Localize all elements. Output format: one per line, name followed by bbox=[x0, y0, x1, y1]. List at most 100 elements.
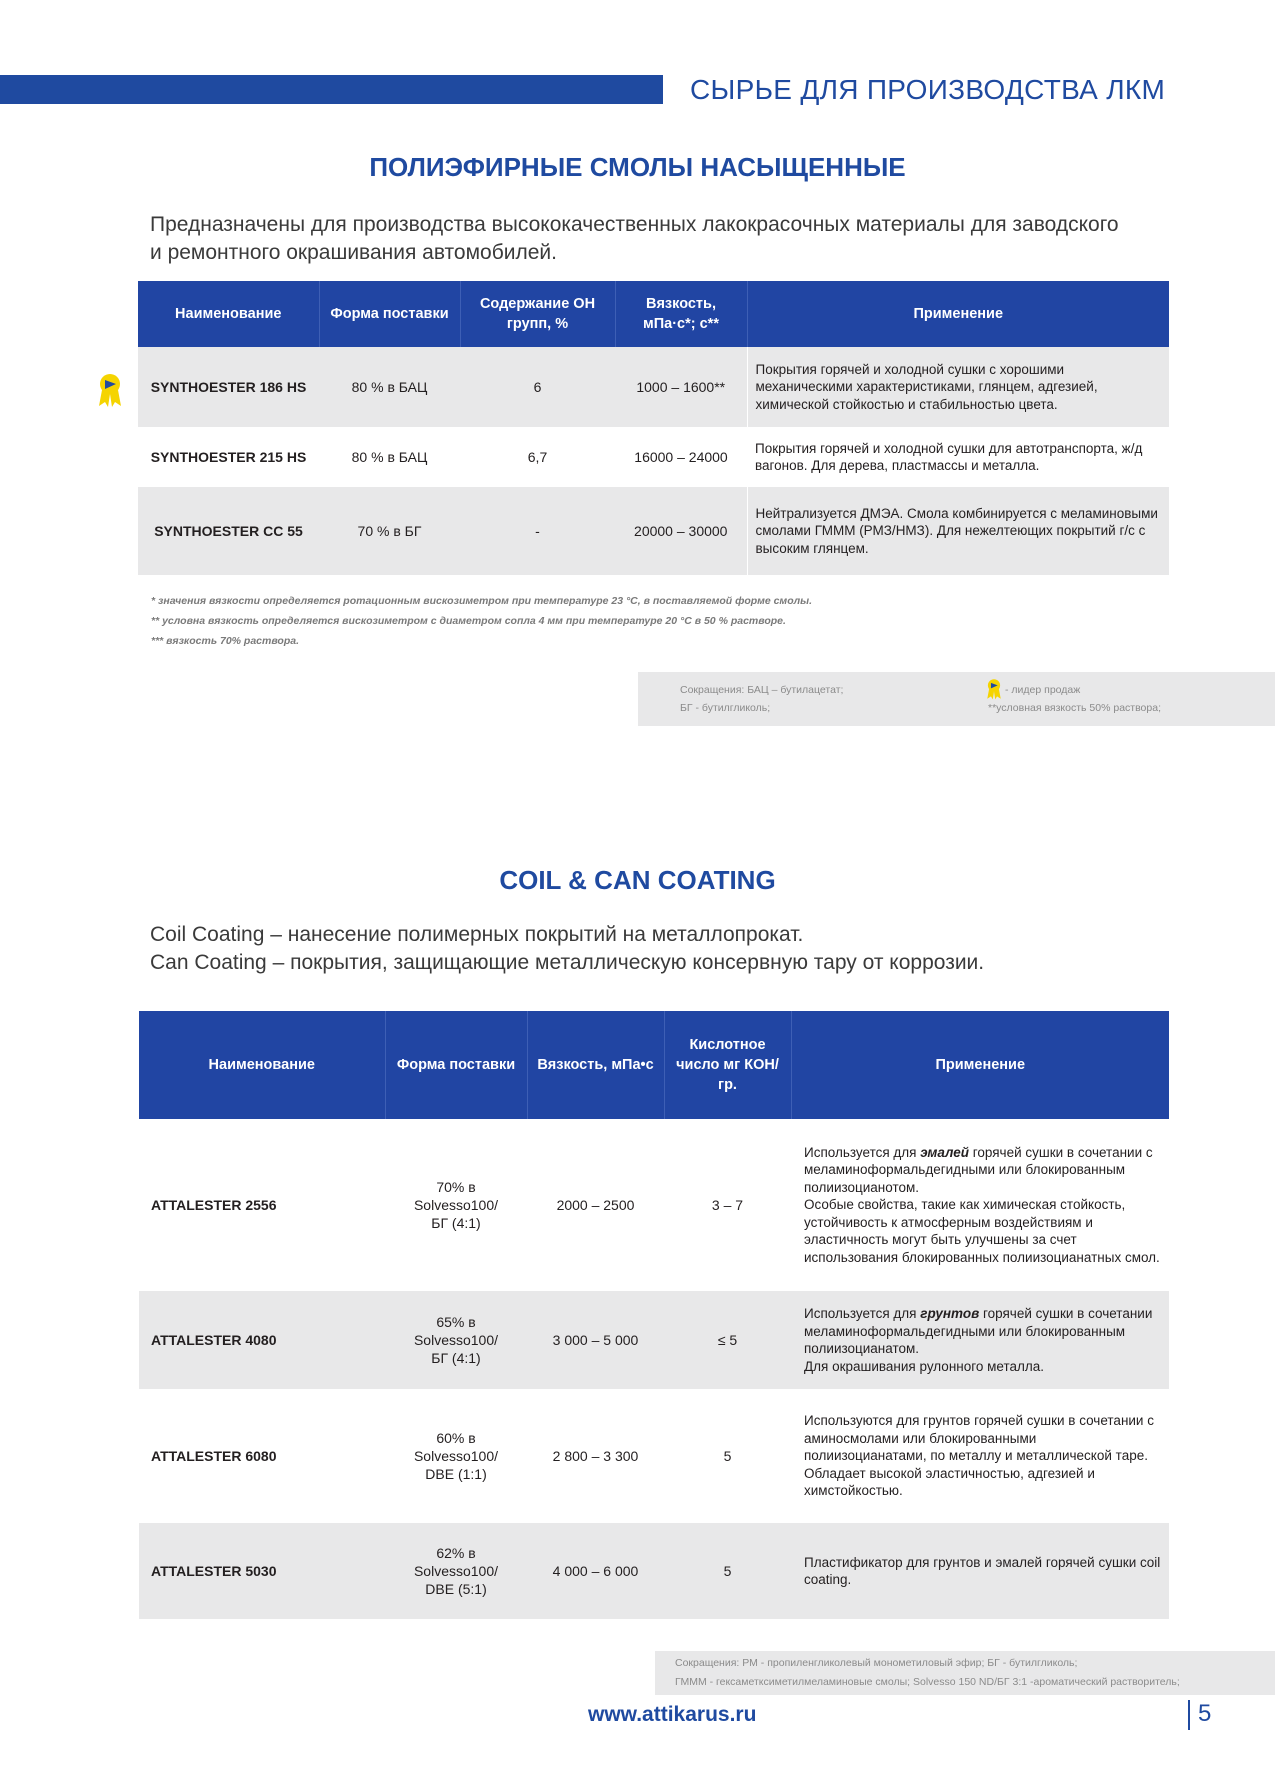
viscosity: 2000 – 2500 bbox=[556, 1197, 635, 1213]
application: Используются для грунтов горячей сушки в… bbox=[791, 1389, 1169, 1523]
website-link[interactable]: www.attikarus.ru bbox=[588, 1703, 756, 1727]
acid-number: ≤ 5 bbox=[664, 1291, 791, 1389]
attalester-table: Наименование Форма поставки Вязкость, мП… bbox=[139, 1011, 1169, 1619]
application-extra: Для окрашивания рулонного металла. bbox=[804, 1358, 1045, 1374]
acid-number: 3 – 7 bbox=[711, 1197, 744, 1213]
application: Покрытия горячей и холодной сушки для ав… bbox=[755, 440, 1143, 474]
section2-intro: Coil Coating – нанесение полимерных покр… bbox=[150, 921, 1200, 977]
footnotes: * значения вязкости определяется ротацио… bbox=[151, 591, 1051, 651]
supply-form-line: 70% в bbox=[436, 1179, 476, 1195]
product-name: SYNTHOESTER 186 HS bbox=[138, 347, 319, 427]
table-row: SYNTHOESTER 215 HS 80 % в БАЦ 6,7 16000 … bbox=[138, 427, 1169, 487]
sales-leader-icon bbox=[97, 372, 123, 413]
supply-form-line: 60% в bbox=[436, 1430, 476, 1446]
product-name: SYNTHOESTER CC 55 bbox=[138, 487, 319, 575]
product-name: ATTALESTER 2556 bbox=[151, 1197, 277, 1213]
section1-intro-line1: Предназначены для производства высококач… bbox=[150, 213, 1119, 236]
abbr-line-2: ГМММ - гексаметксиметилмеламиновые смолы… bbox=[675, 1676, 1180, 1688]
abbreviations-box: Сокращения: РМ - пропиленгликолевый моно… bbox=[655, 1651, 1275, 1695]
supply-form: 70 % в БГ bbox=[319, 487, 460, 575]
col-header-application: Применение bbox=[791, 1011, 1169, 1119]
col-header-name: Наименование bbox=[138, 281, 320, 347]
table-row: ATTALESTER 5030 62% в Solvesso100/ DBE (… bbox=[139, 1523, 1169, 1619]
viscosity: 1000 – 1600** bbox=[615, 347, 747, 427]
col-header-viscosity: Вязкость, мПа·с*; с** bbox=[615, 281, 748, 347]
supply-form-line: 62% в bbox=[436, 1545, 476, 1561]
application: Нейтрализуется ДМЭА. Смола комбинируется… bbox=[746, 487, 1169, 575]
col-header-application: Применение bbox=[747, 281, 1169, 347]
abbr-leader-label: - лидер продаж bbox=[1005, 684, 1081, 696]
table-header-row: Наименование Форма поставки Вязкость, мП… bbox=[139, 1011, 1169, 1119]
product-name: SYNTHOESTER 215 HS bbox=[150, 449, 307, 465]
application-emphasis: грунтов bbox=[920, 1306, 980, 1321]
footnote-1: * значения вязкости определяется ротацио… bbox=[151, 595, 813, 607]
application-emphasis: эмалей bbox=[920, 1144, 969, 1160]
supply-form-line: Solvesso100/ bbox=[413, 1332, 499, 1348]
application: Используется для грунтов горячей сушки в… bbox=[791, 1291, 1169, 1389]
supply-form-line: БГ (4:1) bbox=[431, 1215, 481, 1231]
abbr-viscosity-note: **условная вязкость 50% раствора; bbox=[988, 702, 1161, 714]
page-number: 5 bbox=[1198, 1700, 1212, 1727]
application-text: Используется для bbox=[804, 1306, 921, 1321]
table-row: SYNTHOESTER CC 55 70 % в БГ - 20000 – 30… bbox=[138, 487, 1169, 575]
page-number-divider bbox=[1188, 1700, 1190, 1730]
viscosity: 2 800 – 3 300 bbox=[552, 1448, 639, 1464]
section2-intro-line2: Can Coating – покрытия, защищающие метал… bbox=[150, 951, 985, 974]
product-name: ATTALESTER 5030 bbox=[139, 1523, 385, 1619]
viscosity: 3 000 – 5 000 bbox=[527, 1291, 664, 1389]
abbreviations-box: Сокращения: БАЦ – бутилацетат; БГ - бути… bbox=[638, 672, 1275, 726]
table-row: SYNTHOESTER 186 HS 80 % в БАЦ 6 1000 – 1… bbox=[138, 347, 1169, 427]
supply-form-line: DBE (1:1) bbox=[425, 1466, 487, 1482]
synthoester-table: Наименование Форма поставки Содержание О… bbox=[138, 281, 1169, 575]
section1-intro-line2: и ремонтного окрашивания автомобилей. bbox=[150, 241, 557, 264]
table-header-row: Наименование Форма поставки Содержание О… bbox=[138, 281, 1169, 347]
supply-form-line: Solvesso100/ bbox=[413, 1563, 499, 1579]
application: Пластификатор для грунтов и эмалей горяч… bbox=[791, 1523, 1169, 1619]
oh-content: 6 bbox=[460, 347, 615, 427]
abbr-line-2: БГ - бутилгликоль; bbox=[680, 702, 771, 714]
supply-form-line: Solvesso100/ bbox=[413, 1197, 499, 1213]
header-title: СЫРЬЕ ДЛЯ ПРОИЗВОДСТВА ЛКМ bbox=[690, 74, 1166, 105]
viscosity: 4 000 – 6 000 bbox=[527, 1523, 664, 1619]
oh-content: 6,7 bbox=[527, 449, 548, 465]
application-text: Используется для bbox=[804, 1144, 921, 1160]
oh-content: - bbox=[460, 487, 615, 575]
application-text: Используются для грунтов горячей сушки в… bbox=[804, 1413, 1154, 1499]
supply-form: 80 % в БАЦ bbox=[319, 347, 460, 427]
acid-number: 5 bbox=[664, 1523, 791, 1619]
section2-title: COIL & CAN COATING bbox=[499, 865, 776, 895]
footnote-2: ** условна вязкость определяется вискози… bbox=[151, 615, 786, 627]
supply-form: 65% в Solvesso100/ БГ (4:1) bbox=[385, 1291, 527, 1389]
supply-form: 80 % в БАЦ bbox=[351, 449, 428, 465]
viscosity: 20000 – 30000 bbox=[615, 487, 747, 575]
application: Покрытия горячей и холодной сушки с хоро… bbox=[746, 347, 1169, 427]
col-header-viscosity: Вязкость, мПа•с bbox=[527, 1011, 665, 1119]
col-header-form: Форма поставки bbox=[385, 1011, 528, 1119]
supply-form-line: 65% в bbox=[436, 1314, 476, 1330]
col-header-form: Форма поставки bbox=[319, 281, 461, 347]
table-row: ATTALESTER 6080 60% в Solvesso100/ DBE (… bbox=[139, 1389, 1169, 1523]
product-name: ATTALESTER 6080 bbox=[151, 1448, 277, 1464]
supply-form: 70% в Solvesso100/ БГ (4:1) bbox=[385, 1119, 527, 1291]
product-name: ATTALESTER 4080 bbox=[139, 1291, 385, 1389]
table-row: ATTALESTER 2556 70% в Solvesso100/ БГ (4… bbox=[139, 1119, 1169, 1291]
abbr-line-1: Сокращения: БАЦ – бутилацетат; bbox=[680, 684, 844, 696]
footnote-3: *** вязкость 70% раствора. bbox=[151, 635, 300, 647]
supply-form: 62% в Solvesso100/ DBE (5:1) bbox=[385, 1523, 527, 1619]
viscosity: 16000 – 24000 bbox=[634, 449, 728, 465]
acid-number: 5 bbox=[723, 1448, 732, 1464]
application-extra: Особые свойства, такие как химическая ст… bbox=[804, 1197, 1160, 1265]
abbr-line-1: Сокращения: РМ - пропиленгликолевый моно… bbox=[675, 1657, 1078, 1669]
section1-intro: Предназначены для производства высококач… bbox=[150, 211, 1150, 267]
table-row: ATTALESTER 4080 65% в Solvesso100/ БГ (4… bbox=[139, 1291, 1169, 1389]
supply-form-line: DBE (5:1) bbox=[425, 1581, 487, 1597]
supply-form-line: Solvesso100/ bbox=[413, 1448, 499, 1464]
section2-intro-line1: Coil Coating – нанесение полимерных покр… bbox=[150, 923, 804, 946]
application: Используется для эмалей горячей сушки в … bbox=[791, 1119, 1169, 1291]
supply-form-line: БГ (4:1) bbox=[431, 1350, 481, 1366]
application-text: Пластификатор для грунтов и эмалей горяч… bbox=[804, 1554, 1161, 1588]
col-header-oh: Содержание ОН групп, % bbox=[460, 281, 616, 347]
header-accent-bar bbox=[0, 75, 663, 104]
section1-title: ПОЛИЭФИРНЫЕ СМОЛЫ НАСЫЩЕННЫЕ bbox=[369, 152, 906, 182]
col-header-acid-number: Кислотное число мг КОН/гр. bbox=[664, 1011, 792, 1119]
